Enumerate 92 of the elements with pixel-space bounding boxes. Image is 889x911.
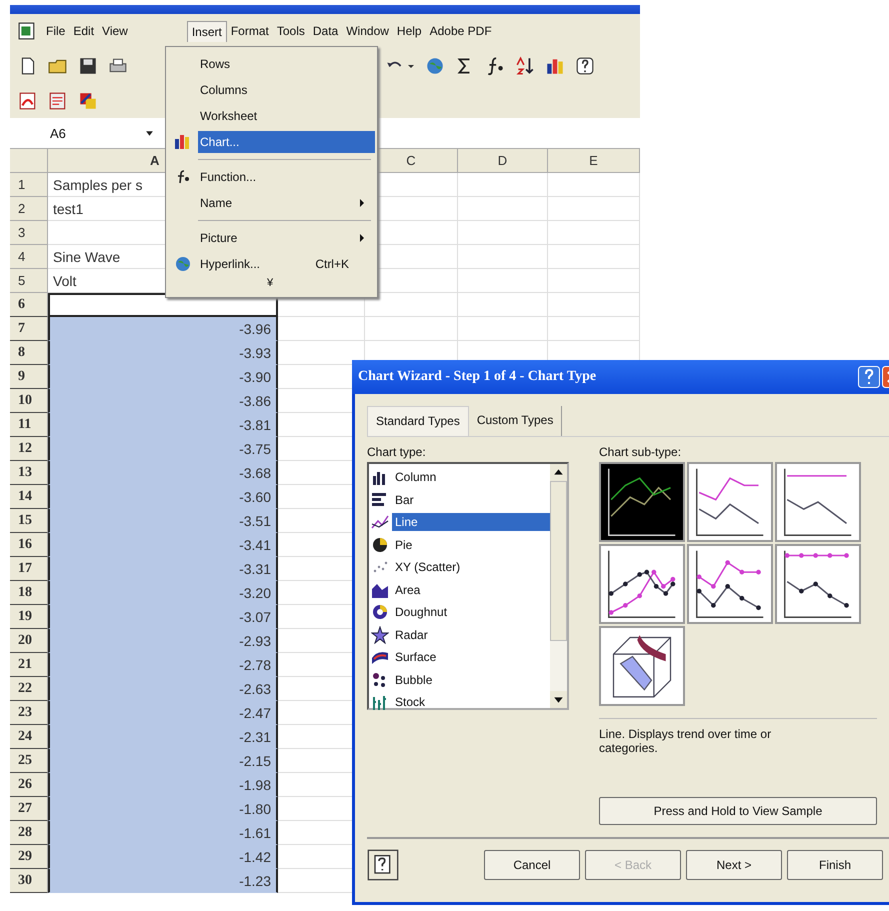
table-cell: -3.75	[48, 437, 278, 461]
row-header[interactable]: 25	[10, 749, 48, 773]
table-cell: -2.63	[48, 677, 278, 701]
table-cell: -3.90	[48, 365, 278, 389]
list-item[interactable]: Doughnut	[392, 603, 550, 622]
list-item[interactable]: XY (Scatter)	[392, 558, 550, 576]
menu-item[interactable]: Window	[342, 21, 393, 41]
row-header[interactable]: 21	[10, 653, 48, 677]
row-header[interactable]: 9	[10, 365, 48, 389]
list-item[interactable]: Pie	[392, 536, 550, 554]
menu-item[interactable]: View	[98, 21, 132, 41]
menu-item[interactable]: Rows	[198, 53, 375, 75]
column-header[interactable]: E	[548, 149, 640, 173]
table-cell: -1.61	[48, 821, 278, 845]
row-header[interactable]: 30	[10, 869, 48, 893]
table-cell: -2.47	[48, 701, 278, 725]
row-header[interactable]: 3	[10, 221, 48, 245]
table-cell: -2.15	[48, 749, 278, 773]
table-cell: -3.68	[48, 461, 278, 485]
row-header[interactable]: 14	[10, 485, 48, 509]
menu-item[interactable]: Adobe PDF	[426, 21, 496, 41]
table-cell: -3.93	[48, 341, 278, 365]
row-header[interactable]: 12	[10, 437, 48, 461]
row-header[interactable]: 5	[10, 269, 48, 293]
menu-item[interactable]: Edit	[69, 21, 98, 41]
table-cell: -2.78	[48, 653, 278, 677]
menu-item[interactable]: Help	[392, 21, 426, 41]
name-box[interactable]: A6	[10, 126, 130, 140]
column-header[interactable]: D	[458, 149, 548, 173]
menu-item[interactable]: File	[42, 21, 70, 41]
tab[interactable]: Custom Types	[468, 406, 562, 436]
row-header[interactable]: 29	[10, 845, 48, 869]
row-header[interactable]: 17	[10, 557, 48, 581]
menu-item[interactable]: Chart...	[198, 131, 375, 153]
row-header[interactable]: 11	[10, 413, 48, 437]
table-cell: -3.81	[48, 413, 278, 437]
row-header[interactable]: 20	[10, 629, 48, 653]
table-cell: -3.31	[48, 557, 278, 581]
row-header[interactable]: 18	[10, 581, 48, 605]
row-header[interactable]: 19	[10, 605, 48, 629]
table-cell: -1.42	[48, 845, 278, 869]
menu-item[interactable]: Tools	[272, 21, 309, 41]
list-item[interactable]: Bubble	[392, 670, 550, 689]
dialog-title: Chart Wizard - Step 1 of 4 - Chart Type	[358, 369, 596, 385]
row-header[interactable]: 13	[10, 461, 48, 485]
row-header[interactable]: 22	[10, 677, 48, 701]
row-header[interactable]: 16	[10, 533, 48, 557]
table-cell: -3.20	[48, 581, 278, 605]
tab[interactable]: Standard Types	[367, 406, 469, 436]
list-item[interactable]: Radar	[392, 626, 550, 644]
list-item[interactable]: Line	[392, 513, 550, 532]
table-cell: -1.23	[48, 869, 278, 893]
row-header[interactable]: 27	[10, 797, 48, 821]
dialog-button[interactable]: Finish	[787, 850, 883, 880]
dialog-button[interactable]: Cancel	[484, 850, 580, 880]
description-text: Line. Displays trend over time or categories.	[599, 718, 877, 791]
menu-item[interactable]: Columns	[198, 79, 375, 101]
menu-item[interactable]: Insert	[186, 20, 227, 42]
row-header[interactable]: 6	[10, 293, 48, 317]
row-header[interactable]: 23	[10, 701, 48, 725]
menu-item[interactable]: Format	[226, 21, 273, 41]
list-item[interactable]: Bar	[392, 490, 550, 509]
row-header[interactable]: 7	[10, 317, 48, 341]
view-sample-button[interactable]: Press and Hold to View Sample	[599, 797, 877, 825]
row-header[interactable]: 28	[10, 821, 48, 845]
list-item[interactable]: Stock	[392, 693, 550, 712]
table-cell: -3.51	[48, 509, 278, 533]
row-header[interactable]: 4	[10, 245, 48, 269]
row-header[interactable]: 26	[10, 773, 48, 797]
row-header[interactable]: 10	[10, 389, 48, 413]
table-cell: -2.31	[48, 725, 278, 749]
row-header[interactable]: 8	[10, 341, 48, 365]
table-cell: -1.98	[48, 773, 278, 797]
row-header[interactable]: 2	[10, 197, 48, 221]
chart-subtype-label: Chart sub-type:	[599, 445, 682, 459]
table-cell: -3.86	[48, 389, 278, 413]
list-item[interactable]: Column	[392, 468, 550, 486]
table-cell: -2.93	[48, 629, 278, 653]
table-cell: -3.96	[48, 317, 278, 341]
dialog-button[interactable]: Next >	[686, 850, 782, 880]
list-item[interactable]: Area	[392, 580, 550, 599]
table-cell: -3.41	[48, 533, 278, 557]
table-cell: -3.07	[48, 605, 278, 629]
menu-item[interactable]: Worksheet	[198, 105, 375, 127]
chart-type-label: Chart type:	[367, 445, 427, 459]
table-cell: -3.60	[48, 485, 278, 509]
list-item[interactable]: Surface	[392, 648, 550, 666]
row-header[interactable]: 24	[10, 725, 48, 749]
menu-item[interactable]: Data	[308, 21, 342, 41]
row-header[interactable]: 1	[10, 173, 48, 197]
row-header[interactable]: 15	[10, 509, 48, 533]
table-cell: -1.80	[48, 797, 278, 821]
